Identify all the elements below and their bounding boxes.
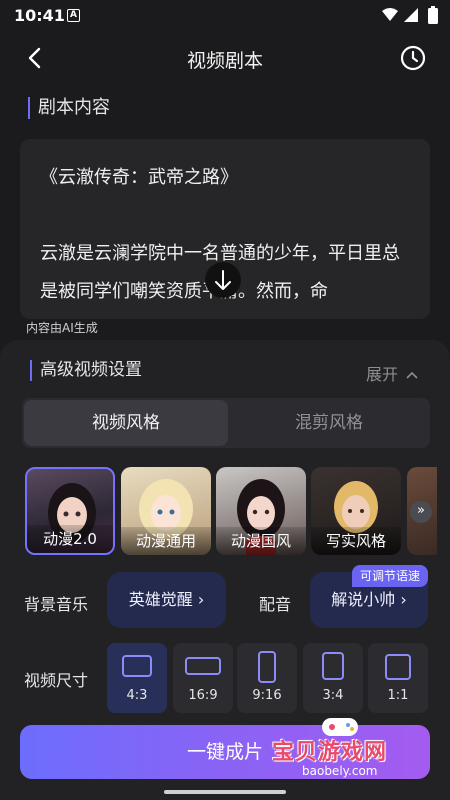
style-label: 动漫通用 xyxy=(121,527,211,555)
ratio-9-16-icon xyxy=(258,651,276,683)
script-title-line: 《云澈传奇：武帝之路》 xyxy=(40,167,238,188)
ratio-3-4-icon xyxy=(322,652,344,680)
size-option-label: 4:3 xyxy=(126,688,148,703)
notification-icon: A xyxy=(67,9,80,22)
size-option-label: 1:1 xyxy=(387,688,409,703)
size-option-9-16[interactable]: 9:16 xyxy=(237,643,297,713)
style-label: 动漫2.0 xyxy=(27,525,113,553)
style-tabs: 视频风格 混剪风格 xyxy=(22,398,430,448)
size-option-1-1[interactable]: 1:1 xyxy=(368,643,428,713)
style-card-anime-2[interactable]: 动漫2.0 xyxy=(25,467,115,555)
battery-icon xyxy=(428,6,438,24)
style-card-anime-chinese[interactable]: 动漫国风 xyxy=(216,467,306,555)
style-card-realistic[interactable]: 写实风格 xyxy=(311,467,401,555)
watermark-url: baobely.com xyxy=(302,764,378,778)
double-chevron-right-icon: » xyxy=(410,501,432,523)
ai-generated-note: 内容由AI生成 xyxy=(26,321,98,335)
expand-toggle[interactable]: 展开 xyxy=(366,361,419,385)
script-section-title: 剧本内容 xyxy=(28,97,110,119)
expand-label: 展开 xyxy=(366,365,399,384)
size-option-label: 3:4 xyxy=(322,688,344,703)
wifi-icon xyxy=(382,8,398,21)
more-styles-button[interactable]: » xyxy=(407,467,437,555)
style-label: 动漫国风 xyxy=(216,527,306,555)
advanced-settings-title: 高级视频设置 xyxy=(30,360,142,381)
size-option-4-3[interactable]: 4:3 xyxy=(107,643,167,713)
tab-video-style[interactable]: 视频风格 xyxy=(24,400,228,446)
ratio-16-9-icon xyxy=(185,657,221,675)
page-title: 视频剧本 xyxy=(186,50,263,72)
tab-remix-style[interactable]: 混剪风格 xyxy=(228,398,430,448)
ratio-4-3-icon xyxy=(122,655,152,677)
chevron-right-icon: › xyxy=(197,590,205,609)
chevron-up-icon xyxy=(406,371,418,379)
status-time: 10:41 xyxy=(14,6,65,25)
chevron-right-icon: › xyxy=(400,590,407,609)
ratio-1-1-icon xyxy=(385,654,411,680)
music-label: 背景音乐 xyxy=(24,595,89,614)
home-indicator xyxy=(164,790,286,794)
music-value: 英雄觉醒 xyxy=(128,590,193,609)
history-icon[interactable] xyxy=(399,44,427,72)
voice-value: 解说小帅 xyxy=(331,590,396,609)
music-select-button[interactable]: 英雄觉醒 › xyxy=(107,572,226,628)
style-label: 写实风格 xyxy=(311,527,401,555)
size-option-3-4[interactable]: 3:4 xyxy=(303,643,363,713)
size-option-16-9[interactable]: 16:9 xyxy=(173,643,233,713)
size-option-label: 16:9 xyxy=(188,688,218,703)
scroll-down-button[interactable] xyxy=(205,262,241,298)
style-card-anime-general[interactable]: 动漫通用 xyxy=(121,467,211,555)
speed-badge: 可调节语速 xyxy=(352,565,429,587)
watermark-title: 宝贝游戏网 xyxy=(272,740,388,765)
status-bar: 10:41 A xyxy=(0,0,450,32)
size-option-label: 9:16 xyxy=(252,688,282,703)
size-label: 视频尺寸 xyxy=(24,671,89,690)
voice-label: 配音 xyxy=(259,595,292,614)
signal-icon xyxy=(404,8,418,22)
arrow-down-icon xyxy=(215,270,231,290)
